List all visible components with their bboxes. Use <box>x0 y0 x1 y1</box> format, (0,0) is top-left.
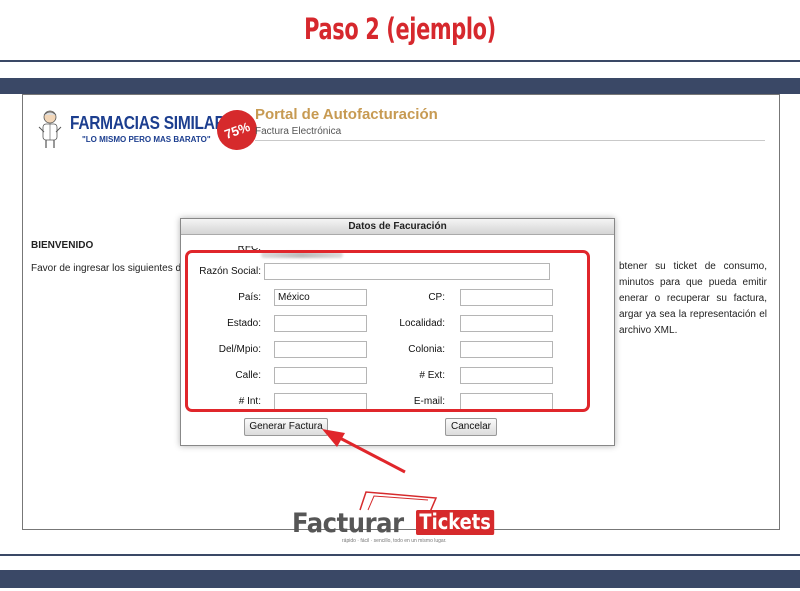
brand-slogan: "LO MISMO PERO MAS BARATO" <box>82 135 211 144</box>
welcome-heading: BIENVENIDO <box>31 240 94 251</box>
doctor-mascot-icon <box>38 110 62 148</box>
portal-title: Portal de Autofacturación <box>255 106 438 123</box>
intro-text-right: btener su ticket de consumo, minutos par… <box>619 261 767 336</box>
form-highlight-box <box>185 250 590 412</box>
facturar-tickets-watermark: Facturar Tickets rápido · fácil · sencil… <box>292 488 507 550</box>
top-divider-line <box>0 60 800 62</box>
bottom-divider-bar <box>0 570 800 588</box>
watermark-tagline: rápido · fácil · sencillo, todo en un mi… <box>342 538 447 544</box>
header-divider <box>255 140 765 141</box>
slide-title: Paso 2 (ejemplo) <box>304 12 496 46</box>
watermark-word-facturar: Facturar <box>292 508 404 539</box>
cancel-button[interactable]: Cancelar <box>445 418 497 436</box>
portal-subtitle: Factura Electrónica <box>255 126 342 137</box>
farmacias-similares-logo: FARMACIAS SIMILARES "LO MISMO PERO MAS B… <box>35 104 263 156</box>
top-divider-bar <box>0 78 800 94</box>
bottom-divider-line <box>0 554 800 556</box>
watermark-word-tickets: Tickets <box>416 510 495 535</box>
intro-text-left: Favor de ingresar los siguientes d <box>31 263 182 274</box>
generate-invoice-button[interactable]: Generar Factura <box>244 418 328 436</box>
dialog-title: Datos de Facuración <box>181 219 614 235</box>
